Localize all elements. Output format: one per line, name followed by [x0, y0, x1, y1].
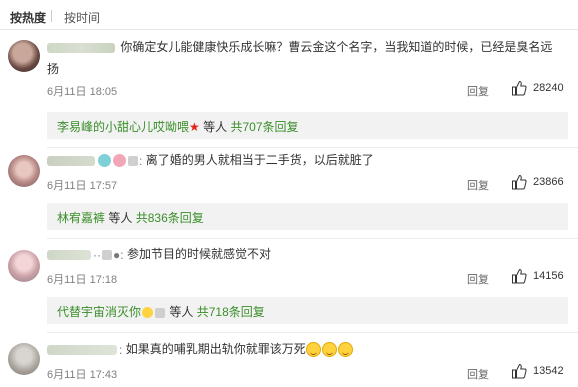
timestamp: 6月11日 18:05 — [47, 86, 118, 98]
timestamp: 6月11日 17:43 — [47, 369, 118, 381]
reply-etc: 等人 — [108, 211, 133, 225]
badge-icon — [155, 307, 166, 318]
comment-body: 参加节目的时候就感觉不对 — [126, 247, 271, 261]
reply-username[interactable]: 代替宇宙消灭你 — [57, 305, 141, 319]
divider — [47, 332, 578, 333]
reply-total-link[interactable]: 共707条回复 — [230, 120, 298, 134]
sort-divider — [51, 10, 52, 22]
like-count: 23866 — [533, 176, 564, 188]
reply-total-link[interactable]: 共718条回复 — [197, 305, 265, 319]
colon-glyph: : — [119, 342, 123, 357]
badge-icon — [113, 154, 126, 168]
dots-glyph: ·· — [93, 247, 101, 262]
sort-by-hot-tab[interactable]: 按热度 — [10, 9, 46, 26]
sort-bar: 按热度 按时间 — [0, 0, 578, 30]
like-button[interactable]: 14156 — [511, 268, 564, 284]
reply-summary[interactable]: 代替宇宙消灭你 等人 共718条回复 — [47, 297, 568, 324]
badge-icon — [142, 307, 154, 319]
sort-by-time-tab[interactable]: 按时间 — [64, 9, 100, 26]
reply-button[interactable]: 回复 — [467, 177, 489, 193]
colon-glyph: : — [120, 247, 124, 262]
thumbs-up-icon — [512, 268, 527, 284]
colon-glyph: : — [139, 153, 143, 168]
comment-text: ·· ●: 参加节目的时候就感觉不对 — [47, 243, 567, 266]
username[interactable] — [47, 344, 117, 355]
avatar[interactable] — [8, 343, 40, 375]
divider — [47, 238, 578, 239]
comment-text: 你确定女儿能健康快乐成长嘛？曹云金这个名字，当我知道的时候，已经是臭名远 扬 — [47, 36, 567, 80]
reply-button[interactable]: 回复 — [467, 83, 489, 99]
thumbs-up-icon — [512, 363, 527, 379]
comment-text: : 如果真的哺乳期出轨你就罪该万死 — [47, 338, 567, 361]
reply-etc: 等人 — [203, 120, 228, 134]
comment-body: 你确定女儿能健康快乐成长嘛？曹云金这个名字，当我知道的时候，已经是臭名远 — [120, 40, 553, 54]
timestamp: 6月11日 17:18 — [47, 274, 118, 286]
like-button[interactable]: 23866 — [511, 174, 564, 190]
like-button[interactable]: 13542 — [511, 363, 564, 379]
reply-etc: 等人 — [169, 305, 194, 319]
star-icon: ★ — [189, 120, 200, 134]
username[interactable] — [47, 249, 91, 260]
avatar[interactable] — [8, 250, 40, 282]
reply-button[interactable]: 回复 — [467, 271, 489, 287]
reply-summary[interactable]: 林宥嘉裤 等人 共836条回复 — [47, 203, 568, 230]
thumbs-up-icon — [512, 174, 527, 190]
badge-icon — [128, 155, 138, 166]
comment-body: 离了婚的男人就相当于二手货，以后就脏了 — [145, 153, 374, 167]
username[interactable] — [47, 155, 95, 166]
grin-emoji-icon — [337, 342, 353, 358]
avatar[interactable] — [8, 40, 40, 72]
comment-body: 如果真的哺乳期出轨你就罪该万死 — [125, 342, 306, 356]
reply-total-link[interactable]: 共836条回复 — [136, 211, 204, 225]
badge-icon — [102, 249, 112, 260]
like-count: 28240 — [533, 82, 564, 94]
timestamp: 6月11日 17:57 — [47, 180, 118, 192]
avatar[interactable] — [8, 155, 40, 187]
like-count: 14156 — [533, 270, 564, 282]
username[interactable] — [47, 42, 115, 53]
reply-button[interactable]: 回复 — [467, 366, 489, 382]
reply-username[interactable]: 李易峰的小甜心儿哎呦喂 — [57, 120, 189, 134]
reply-username[interactable]: 林宥嘉裤 — [57, 211, 105, 225]
comment-body-cont: 扬 — [47, 62, 60, 76]
grin-emoji-icon — [321, 342, 337, 358]
grin-emoji-icon — [305, 342, 321, 358]
comment-text: : 离了婚的男人就相当于二手货，以后就脏了 — [47, 149, 567, 172]
divider — [47, 147, 578, 148]
thumbs-up-icon — [512, 80, 527, 96]
badge-icon — [98, 154, 111, 168]
like-count: 13542 — [533, 365, 564, 377]
like-button[interactable]: 28240 — [511, 80, 564, 96]
reply-summary[interactable]: 李易峰的小甜心儿哎呦喂★ 等人 共707条回复 — [47, 112, 568, 139]
